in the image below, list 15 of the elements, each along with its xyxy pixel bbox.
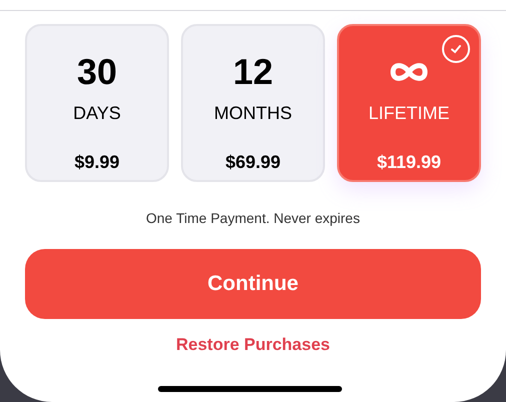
restore-purchases-link[interactable]: Restore Purchases [176,332,330,358]
plan-card[interactable]: 12 MONTHS $69.99 [181,24,325,182]
payment-note: One Time Payment. Never expires [146,209,360,228]
plan-price: $69.99 [225,151,281,174]
plan-card[interactable]: LIFETIME $119.99 [337,24,481,182]
plan-value: 30 [76,54,118,90]
plan-unit: LIFETIME [368,102,450,125]
plan-value: 12 [232,54,274,90]
plan-card[interactable]: 30 DAYS $9.99 [25,24,169,182]
continue-button[interactable]: Continue [25,249,481,319]
plan-price: $9.99 [74,151,120,174]
plan-price: $119.99 [376,151,442,174]
plan-unit: DAYS [73,102,121,125]
check-icon [441,34,471,64]
plan-unit: MONTHS [214,102,292,125]
